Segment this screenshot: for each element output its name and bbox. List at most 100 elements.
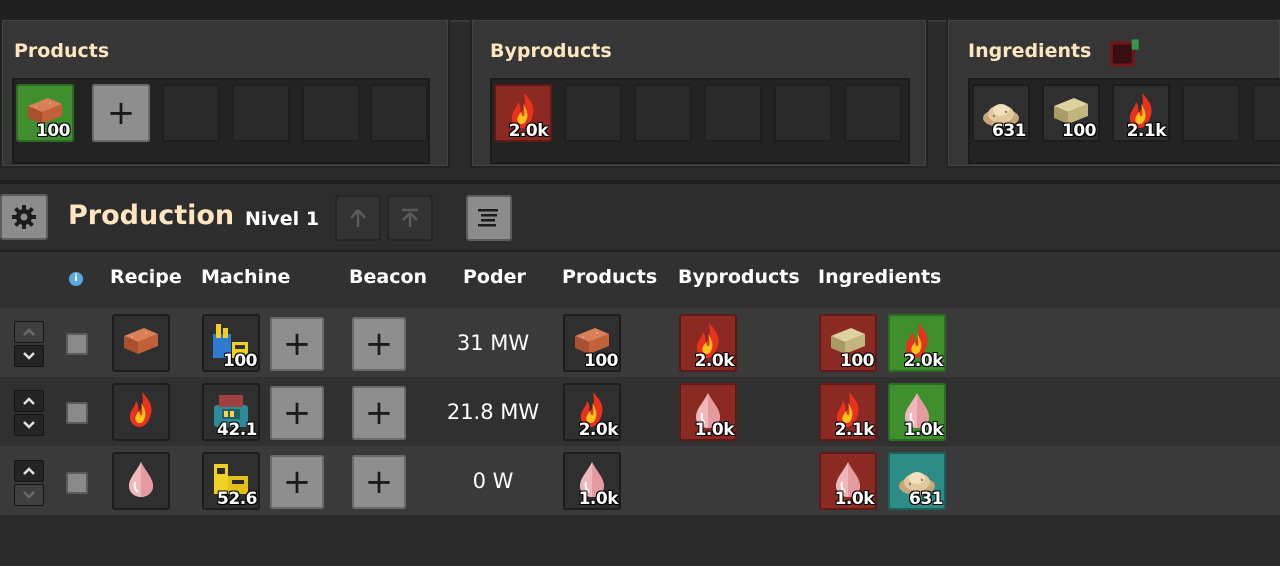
summary-button[interactable] (466, 195, 512, 241)
empty-slot[interactable] (370, 84, 428, 142)
gear-icon (12, 205, 36, 229)
plus-icon: + (282, 462, 312, 502)
plus-icon: + (364, 393, 394, 433)
empty-slot[interactable] (634, 84, 692, 142)
chevron-down-icon (23, 491, 35, 499)
ingredient-count: 1.0k (903, 420, 944, 440)
slot-count: 2.0k (508, 121, 549, 141)
product-cell[interactable]: 100 (563, 314, 621, 372)
ingredients-slot-strip: 631 100 2.1k (968, 78, 1280, 164)
column-beacon: Beacon (349, 266, 428, 288)
empty-slot[interactable] (774, 84, 832, 142)
power-value: 0 W (472, 469, 514, 493)
add-beacon-button[interactable]: + (352, 386, 406, 440)
ingredient-cell[interactable]: 2.1k (819, 383, 877, 441)
byproduct-slot[interactable]: 2.0k (494, 84, 552, 142)
ingredients-panel-title: Ingredients (968, 40, 1092, 62)
empty-slot[interactable] (1182, 84, 1240, 142)
ingredient-count: 100 (840, 351, 875, 371)
products-panel: Products 100 + (0, 18, 450, 168)
level-up-button[interactable] (335, 195, 381, 241)
machine-cell[interactable]: 100 (202, 314, 260, 372)
table-row (0, 377, 1280, 446)
empty-slot[interactable] (162, 84, 220, 142)
byproduct-count: 2.0k (694, 351, 735, 371)
recipe-cell[interactable] (112, 383, 170, 441)
empty-slot[interactable] (232, 84, 290, 142)
row-checkbox[interactable] (66, 402, 88, 424)
production-title: Production (68, 200, 235, 231)
table-row (0, 446, 1280, 515)
move-up-button[interactable] (14, 460, 44, 482)
chevron-down-icon (23, 352, 35, 360)
add-product-button[interactable]: + (92, 84, 150, 142)
slot-count: 100 (1062, 121, 1097, 141)
empty-slot[interactable] (1252, 84, 1280, 142)
row-checkbox[interactable] (66, 333, 88, 355)
table-footer-area (0, 515, 1280, 566)
table-row (0, 308, 1280, 377)
ingredient-count: 2.0k (903, 351, 944, 371)
byproduct-cell[interactable]: 2.0k (679, 314, 737, 372)
byproduct-cell[interactable]: 1.0k (679, 383, 737, 441)
move-down-button[interactable] (14, 345, 44, 367)
column-machine: Machine (201, 266, 291, 288)
move-up-button[interactable] (14, 390, 44, 412)
recipe-cell[interactable] (112, 314, 170, 372)
empty-slot[interactable] (302, 84, 360, 142)
products-slot-strip: 100 + (12, 78, 430, 164)
chevron-up-icon (23, 397, 35, 405)
product-cell[interactable]: 1.0k (563, 452, 621, 510)
products-panel-title: Products (14, 40, 110, 62)
add-module-button[interactable]: + (270, 317, 324, 371)
info-icon[interactable]: i (69, 272, 83, 286)
byproducts-panel: Byproducts 2.0k (470, 18, 928, 168)
machine-count: 52.6 (217, 489, 257, 509)
machine-count: 100 (223, 351, 258, 371)
chevron-down-icon (23, 421, 35, 429)
add-module-button[interactable]: + (270, 455, 324, 509)
add-beacon-button[interactable]: + (352, 455, 406, 509)
add-module-button[interactable]: + (270, 386, 324, 440)
ingredient-count: 631 (909, 489, 944, 509)
move-down-button[interactable] (14, 484, 44, 506)
column-products: Products (562, 266, 658, 288)
power-value: 31 MW (456, 331, 530, 355)
ingredient-slot[interactable]: 631 (972, 84, 1030, 142)
move-up-button[interactable] (14, 321, 44, 343)
ingredient-cell[interactable]: 100 (819, 314, 877, 372)
brick-icon (120, 320, 162, 362)
product-cell[interactable]: 2.0k (563, 383, 621, 441)
ingredient-slot[interactable]: 2.1k (1112, 84, 1170, 142)
byproducts-panel-title: Byproducts (490, 40, 612, 62)
product-count: 2.0k (578, 420, 619, 440)
product-slot[interactable]: 100 (16, 84, 74, 142)
plus-icon: + (282, 324, 312, 364)
byproducts-slot-strip: 2.0k (490, 78, 910, 164)
ingredient-slot[interactable]: 100 (1042, 84, 1100, 142)
level-top-button[interactable] (387, 195, 433, 241)
recipe-cell[interactable] (112, 452, 170, 510)
empty-slot[interactable] (704, 84, 762, 142)
machine-count: 42.1 (217, 420, 257, 440)
ingredient-cell[interactable]: 631 (888, 452, 946, 510)
product-count: 1.0k (578, 489, 619, 509)
machine-cell[interactable]: 42.1 (202, 383, 260, 441)
drop-icon (120, 458, 162, 500)
settings-button[interactable] (0, 194, 48, 240)
column-ingredients: Ingredients (818, 266, 942, 288)
move-down-button[interactable] (14, 414, 44, 436)
machine-cell[interactable]: 52.6 (202, 452, 260, 510)
ingredient-count: 1.0k (834, 489, 875, 509)
add-beacon-button[interactable]: + (352, 317, 406, 371)
byproduct-count: 1.0k (694, 420, 735, 440)
empty-slot[interactable] (564, 84, 622, 142)
empty-slot[interactable] (844, 84, 902, 142)
ingredient-cell[interactable]: 1.0k (888, 383, 946, 441)
row-checkbox[interactable] (66, 472, 88, 494)
ingredient-cell[interactable]: 1.0k (819, 452, 877, 510)
column-power: Poder (463, 266, 526, 288)
book-icon[interactable] (1106, 36, 1142, 72)
ingredients-panel: Ingredients 631 100 2.1k (946, 18, 1280, 168)
ingredient-cell[interactable]: 2.0k (888, 314, 946, 372)
